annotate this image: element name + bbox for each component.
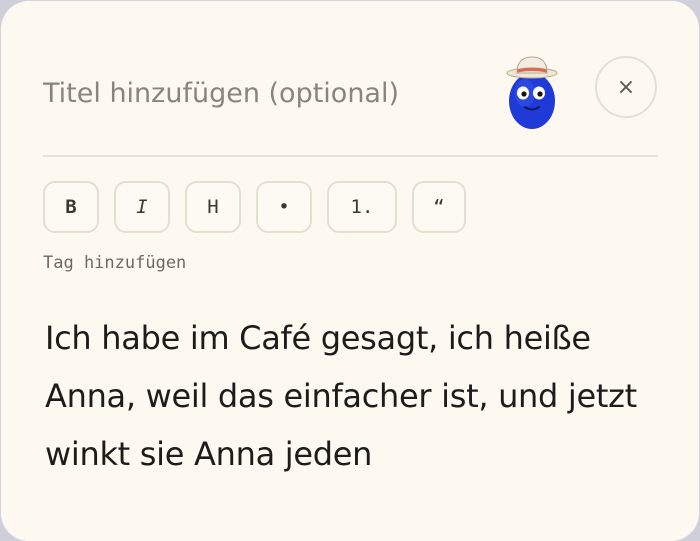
bold-icon: B xyxy=(65,196,77,218)
divider xyxy=(43,155,658,157)
italic-button[interactable]: I xyxy=(114,181,170,233)
quote-icon: “ xyxy=(433,196,445,218)
numbered-list-button[interactable]: 1. xyxy=(327,181,397,233)
numbered-list-icon: 1. xyxy=(350,196,374,218)
editor-card: × B I H • 1. “ Tag hinzufügen Ich habe i… xyxy=(1,1,699,541)
close-button[interactable]: × xyxy=(595,56,657,118)
italic-icon: I xyxy=(136,196,148,218)
title-input[interactable] xyxy=(43,73,463,113)
heading-icon: H xyxy=(207,196,219,218)
bold-button[interactable]: B xyxy=(43,181,99,233)
add-tag-link[interactable]: Tag hinzufügen xyxy=(43,253,186,273)
quote-button[interactable]: “ xyxy=(412,181,466,233)
heading-button[interactable]: H xyxy=(185,181,241,233)
bullet-list-icon: • xyxy=(278,196,290,218)
bullet-list-button[interactable]: • xyxy=(256,181,312,233)
mascot-avatar xyxy=(506,56,558,129)
close-icon: × xyxy=(616,74,636,100)
note-body-text[interactable]: Ich habe im Café gesagt, ich heiße Anna,… xyxy=(45,309,665,483)
